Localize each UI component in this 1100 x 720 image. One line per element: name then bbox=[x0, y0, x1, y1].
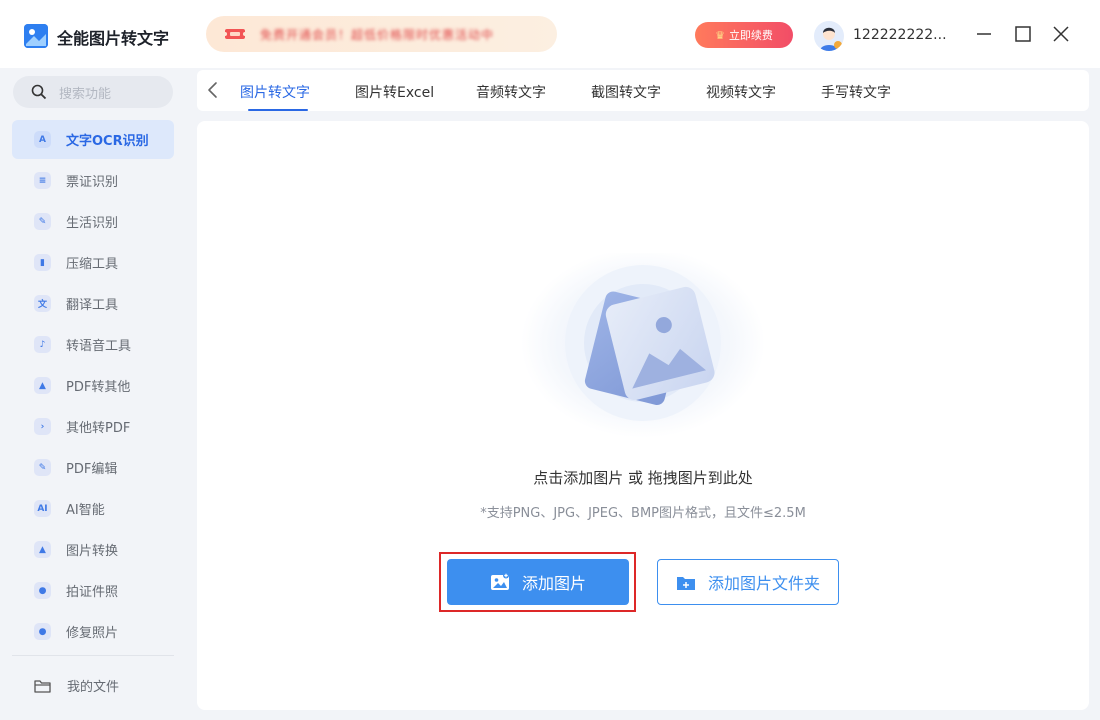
ticket-promo-icon bbox=[224, 29, 246, 39]
search-input[interactable]: 搜索功能 bbox=[13, 76, 173, 108]
tab-video-to-text[interactable]: 视频转文字 bbox=[706, 82, 776, 102]
sidebar-item-compress[interactable]: ▮ 压缩工具 bbox=[12, 243, 174, 282]
sidebar-item-label: AI智能 bbox=[66, 503, 105, 518]
supported-formats: *支持PNG、JPG、JPEG、BMP图片格式，且文件≤2.5M bbox=[480, 506, 806, 521]
sidebar-item-label: 其他转PDF bbox=[66, 421, 131, 436]
pdf-convert-icon: ▲ bbox=[34, 377, 51, 394]
renew-button[interactable]: ♛ 立即续费 bbox=[695, 22, 793, 48]
sidebar-item-ai[interactable]: AI AI智能 bbox=[12, 489, 174, 528]
sidebar-item-to-pdf[interactable]: › 其他转PDF bbox=[12, 407, 174, 446]
my-files-link[interactable]: 我的文件 bbox=[34, 676, 119, 695]
pdf-edit-icon: ✎ bbox=[34, 459, 51, 476]
search-placeholder: 搜索功能 bbox=[59, 86, 112, 102]
sidebar-item-translate[interactable]: 文 翻译工具 bbox=[12, 284, 174, 323]
my-files-label: 我的文件 bbox=[67, 680, 120, 695]
sidebar-item-ticket[interactable]: ≡ 票证识别 bbox=[12, 161, 174, 200]
username[interactable]: 122222222... bbox=[853, 27, 947, 43]
compress-icon: ▮ bbox=[34, 254, 51, 271]
sidebar-item-label: 修复照片 bbox=[66, 626, 119, 641]
minimize-icon[interactable] bbox=[974, 24, 994, 44]
sidebar-item-label: 文字OCR识别 bbox=[66, 134, 149, 149]
add-folder-button[interactable]: 添加图片文件夹 bbox=[657, 559, 839, 605]
title-bar: 全能图片转文字 免费开通会员！超低价格限时优惠活动中 ♛ 立即续费 122222… bbox=[0, 0, 1100, 68]
sidebar-item-pdf-edit[interactable]: ✎ PDF编辑 bbox=[12, 448, 174, 487]
back-arrow-icon[interactable] bbox=[205, 81, 221, 99]
sidebar-item-label: PDF转其他 bbox=[66, 380, 131, 395]
tab-image-to-text[interactable]: 图片转文字 bbox=[240, 82, 310, 102]
sidebar-item-label: 票证识别 bbox=[66, 175, 119, 190]
app-title: 全能图片转文字 bbox=[57, 29, 170, 48]
add-image-label: 添加图片 bbox=[521, 574, 586, 593]
sidebar-item-voice[interactable]: ♪ 转语音工具 bbox=[12, 325, 174, 364]
sidebar-item-label: 转语音工具 bbox=[66, 339, 132, 354]
add-image-button[interactable]: 添加图片 bbox=[447, 559, 629, 605]
sidebar: 搜索功能 A 文字OCR识别 ≡ 票证识别 ✎ 生活识别 ▮ 压缩工具 文 翻译… bbox=[0, 68, 186, 720]
add-image-icon bbox=[490, 572, 509, 590]
sidebar-item-life[interactable]: ✎ 生活识别 bbox=[12, 202, 174, 241]
sidebar-item-label: 拍证件照 bbox=[66, 585, 119, 600]
ocr-icon: A bbox=[34, 131, 51, 148]
sidebar-item-label: PDF编辑 bbox=[66, 462, 118, 477]
sidebar-item-pdf-convert[interactable]: ▲ PDF转其他 bbox=[12, 366, 174, 405]
tab-image-to-excel[interactable]: 图片转Excel bbox=[355, 82, 434, 102]
close-icon[interactable] bbox=[1051, 24, 1071, 44]
tab-bar: 图片转文字 图片转Excel 音频转文字 截图转文字 视频转文字 手写转文字 bbox=[197, 70, 1089, 111]
sidebar-divider bbox=[12, 655, 174, 656]
drop-hint: 点击添加图片 或 拖拽图片到此处 bbox=[533, 469, 753, 487]
life-icon: ✎ bbox=[34, 213, 51, 230]
repair-photo-icon: ● bbox=[34, 623, 51, 640]
image-convert-icon: ▲ bbox=[34, 541, 51, 558]
tab-handwriting-to-text[interactable]: 手写转文字 bbox=[821, 82, 891, 102]
sidebar-item-label: 压缩工具 bbox=[66, 257, 119, 272]
search-icon bbox=[31, 84, 47, 100]
translate-icon: 文 bbox=[34, 295, 51, 312]
sidebar-item-ocr[interactable]: A 文字OCR识别 bbox=[12, 120, 174, 159]
active-tab-indicator bbox=[248, 109, 308, 111]
sidebar-item-repair-photo[interactable]: ● 修复照片 bbox=[12, 612, 174, 651]
ai-icon: AI bbox=[34, 500, 51, 517]
to-pdf-icon: › bbox=[34, 418, 51, 435]
sidebar-item-label: 翻译工具 bbox=[66, 298, 119, 313]
voice-icon: ♪ bbox=[34, 336, 51, 353]
folder-icon bbox=[34, 679, 51, 693]
sidebar-item-image-convert[interactable]: ▲ 图片转换 bbox=[12, 530, 174, 569]
sidebar-item-label: 图片转换 bbox=[66, 544, 119, 559]
avatar[interactable] bbox=[814, 21, 844, 51]
sidebar-nav: A 文字OCR识别 ≡ 票证识别 ✎ 生活识别 ▮ 压缩工具 文 翻译工具 ♪ … bbox=[12, 120, 174, 653]
ticket-icon: ≡ bbox=[34, 172, 51, 189]
sidebar-item-label: 生活识别 bbox=[66, 216, 119, 231]
maximize-icon[interactable] bbox=[1013, 24, 1033, 44]
upload-panel[interactable]: 点击添加图片 或 拖拽图片到此处 *支持PNG、JPG、JPEG、BMP图片格式… bbox=[197, 121, 1089, 710]
promo-banner[interactable]: 免费开通会员！超低价格限时优惠活动中 bbox=[206, 16, 557, 52]
tab-audio-to-text[interactable]: 音频转文字 bbox=[476, 82, 546, 102]
id-photo-icon: ● bbox=[34, 582, 51, 599]
app-logo-icon bbox=[24, 24, 48, 48]
renew-label: 立即续费 bbox=[728, 29, 773, 42]
add-folder-icon bbox=[676, 576, 695, 590]
crown-icon: ♛ bbox=[715, 28, 725, 42]
sidebar-item-id-photo[interactable]: ● 拍证件照 bbox=[12, 571, 174, 610]
add-folder-label: 添加图片文件夹 bbox=[707, 574, 820, 593]
tab-screenshot-to-text[interactable]: 截图转文字 bbox=[591, 82, 661, 102]
image-placeholder-icon bbox=[521, 253, 765, 438]
promo-text: 免费开通会员！超低价格限时优惠活动中 bbox=[260, 27, 495, 42]
